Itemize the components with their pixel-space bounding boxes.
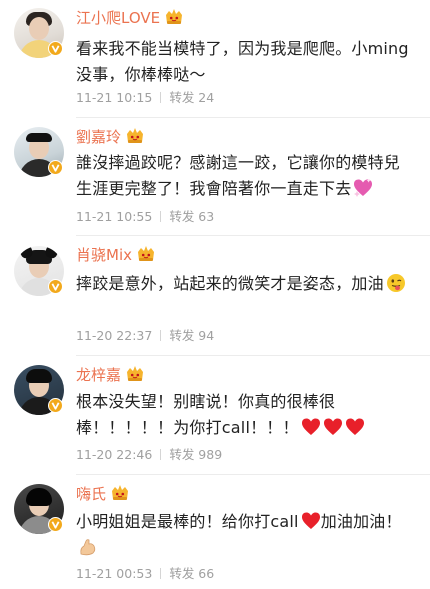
tongue-face-icon (386, 273, 406, 293)
comment-text: 看来我不能当模特了，因为我是爬爬。小ming没事，你棒棒哒～ (76, 39, 409, 84)
comment-meta: 11-21 10:55 转发 63 (76, 209, 214, 225)
username[interactable]: 龙梓嘉 (76, 365, 145, 385)
username[interactable]: 肖骁Mix (76, 245, 156, 265)
verified-badge-icon (48, 517, 63, 532)
username-text[interactable]: 嗨氏 (76, 485, 106, 503)
comment-text: 誰沒摔過跤呢？感謝這一跤，它讓你的模特兒生涯更完整了！我會陪著你一直走下去 (76, 150, 410, 202)
timestamp: 11-21 10:55 (76, 209, 153, 224)
verified-badge-icon (48, 41, 63, 56)
timestamp: 11-21 00:53 (76, 566, 153, 581)
repost-link[interactable]: 转发 989 (169, 447, 222, 462)
comment-text-content: 誰沒摔過跤呢？感謝這一跤，它讓你的模特兒生涯更完整了！我會陪著你一直走下去 (76, 153, 401, 198)
comment-text-content: 根本没失望！别瞎说！你真的很棒很棒！！！！！为你打call！！！ (76, 392, 336, 437)
red-heart-icon (323, 417, 343, 437)
timestamp: 11-20 22:46 (76, 447, 153, 462)
comment-text-content: 小明姐姐是最棒的！给你打call (76, 512, 299, 531)
repost-link[interactable]: 转发 24 (169, 90, 214, 105)
username-text[interactable]: 肖骁Mix (76, 246, 132, 264)
timestamp: 11-21 10:15 (76, 90, 153, 105)
crown-badge-icon (136, 245, 156, 263)
comment-text: 根本没失望！别瞎说！你真的很棒很棒！！！！！为你打call！！！ (76, 389, 410, 441)
repost-link[interactable]: 转发 94 (169, 328, 214, 343)
repost-link[interactable]: 转发 66 (169, 566, 214, 581)
red-heart-icon (301, 417, 321, 437)
verified-badge-icon (48, 279, 63, 294)
sparkle-heart-icon (353, 178, 373, 198)
crown-badge-icon (125, 127, 145, 145)
comment-meta: 11-21 00:53 转发 66 (76, 566, 214, 582)
divider (76, 474, 430, 475)
red-heart-icon (345, 417, 365, 437)
username-text[interactable]: 江小爬LOVE (76, 9, 160, 27)
divider (76, 355, 430, 356)
username[interactable]: 劉嘉玲 (76, 127, 145, 147)
comment-text: 小明姐姐是最棒的！给你打call 加油加油！ (76, 509, 410, 561)
crown-badge-icon (110, 484, 130, 502)
comment-meta: 11-21 10:15 转发 24 (76, 90, 214, 106)
username-text[interactable]: 劉嘉玲 (76, 128, 121, 146)
red-heart-icon (301, 511, 321, 531)
repost-link[interactable]: 转发 63 (169, 209, 214, 224)
username[interactable]: 江小爬LOVE (76, 8, 184, 28)
username[interactable]: 嗨氏 (76, 484, 130, 504)
username-text[interactable]: 龙梓嘉 (76, 366, 121, 384)
divider (76, 117, 430, 118)
crown-badge-icon (125, 365, 145, 383)
comment-text-content: 加油加油！ (320, 512, 402, 531)
timestamp: 11-20 22:37 (76, 328, 153, 343)
crown-badge-icon (164, 8, 184, 26)
divider (76, 235, 430, 236)
comment-text: 摔跤是意外，站起来的微笑才是姿态，加油 (76, 271, 410, 297)
verified-badge-icon (48, 160, 63, 175)
flexed-biceps-icon (78, 537, 98, 557)
comment-text-content: 摔跤是意外，站起来的微笑才是姿态，加油 (76, 274, 384, 293)
comment-meta: 11-20 22:37 转发 94 (76, 328, 214, 344)
comment-meta: 11-20 22:46 转发 989 (76, 447, 222, 463)
verified-badge-icon (48, 398, 63, 413)
